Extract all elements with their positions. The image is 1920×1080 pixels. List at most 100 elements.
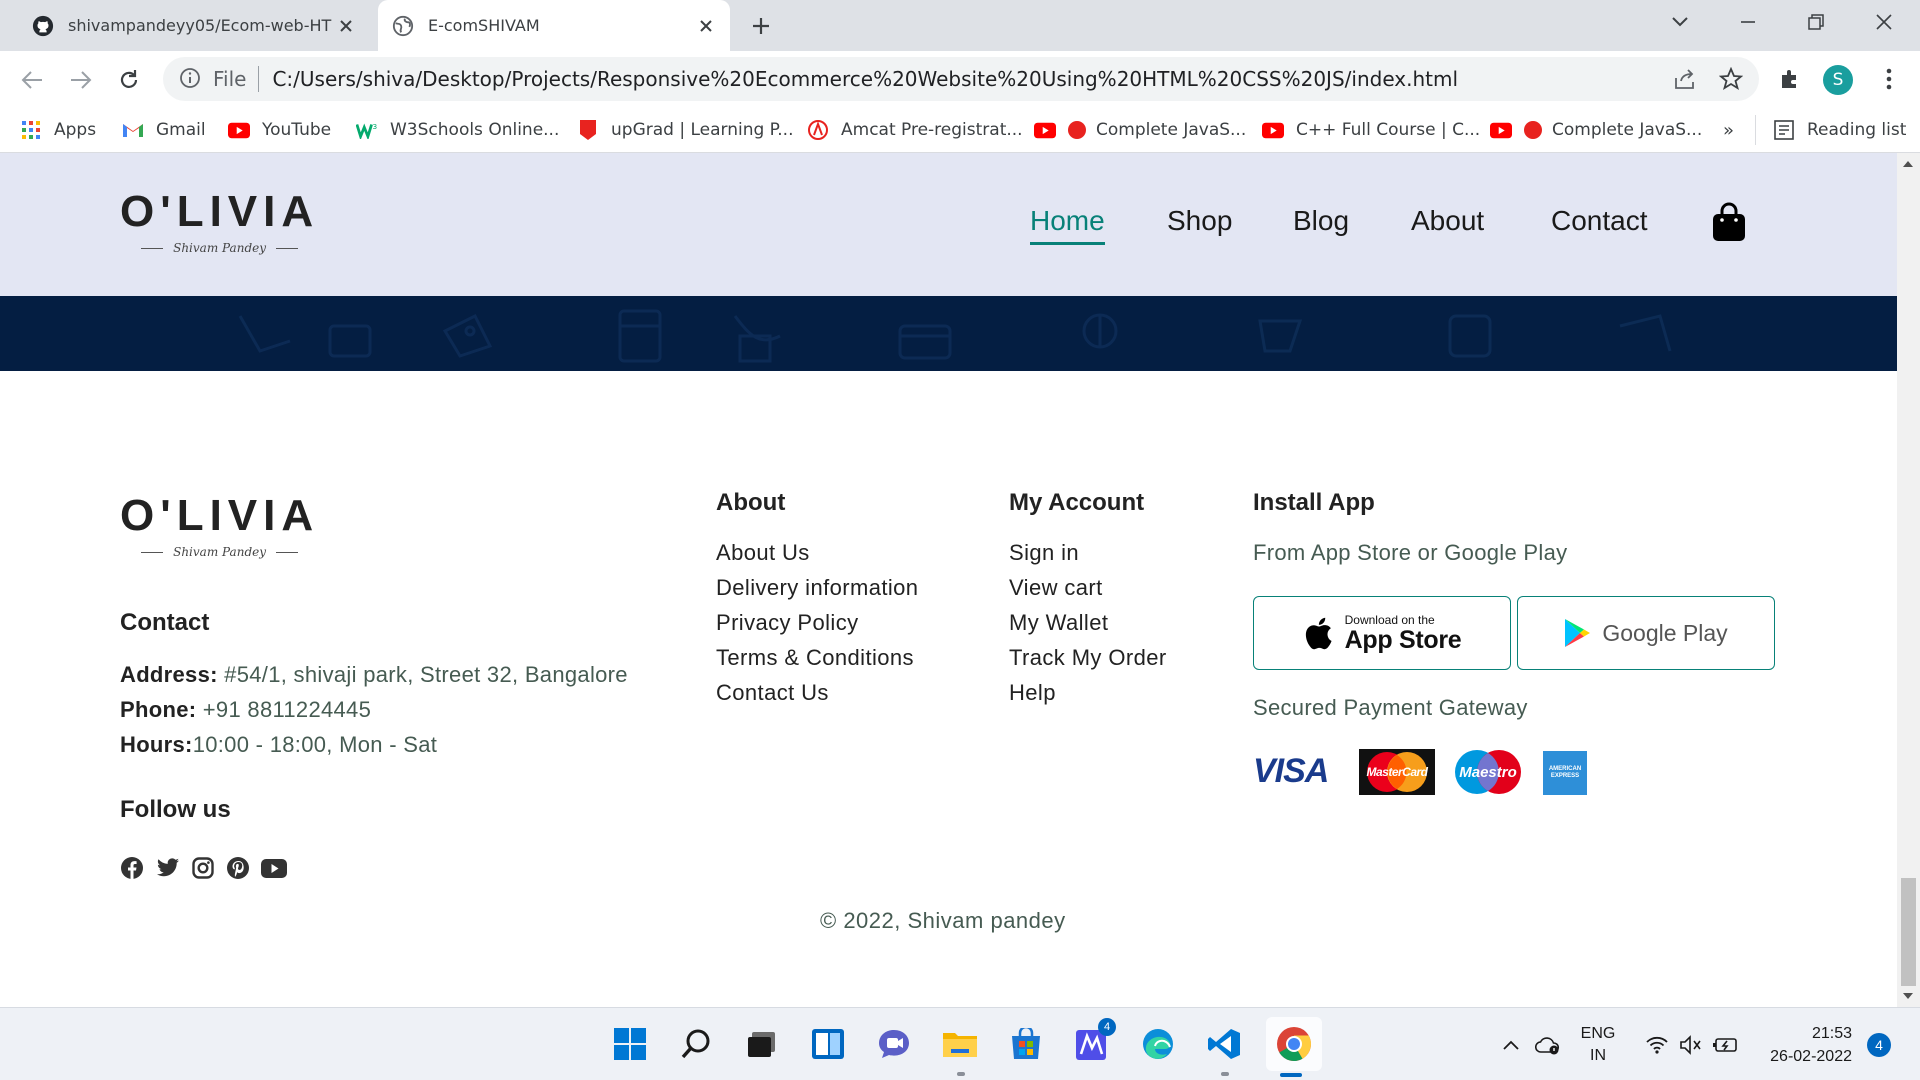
cart-button[interactable] [1712, 202, 1746, 242]
page-viewport: O'LIVIA Shivam Pandey Home Shop Blog Abo… [0, 153, 1897, 1007]
reading-list-button[interactable]: Reading list [1755, 115, 1906, 145]
tab-search-button[interactable] [1652, 0, 1708, 44]
teams-chat-icon[interactable] [872, 1022, 916, 1066]
track-my-order-link[interactable]: Track My Order [1009, 645, 1167, 671]
info-icon[interactable] [179, 67, 203, 91]
bookmark-apps[interactable]: Apps [20, 108, 96, 152]
chevron-up-icon [1502, 1040, 1520, 1050]
newsletter-banner [0, 296, 1897, 371]
back-button[interactable] [16, 64, 48, 96]
logo-rule [141, 551, 164, 553]
instagram-icon[interactable] [190, 855, 216, 881]
battery-icon[interactable] [1710, 1008, 1740, 1080]
bookmark-label: Complete JavaS... [1096, 120, 1247, 140]
terms-conditions-link[interactable]: Terms & Conditions [716, 645, 914, 671]
bookmark-complete-javascript-1[interactable]: Complete JavaS... [1034, 108, 1246, 152]
delivery-information-link[interactable]: Delivery information [716, 575, 918, 601]
star-icon[interactable] [1718, 66, 1744, 92]
menu-button[interactable] [1873, 63, 1905, 95]
upgrad-icon [577, 119, 599, 141]
bookmark-gmail[interactable]: Gmail [122, 108, 206, 152]
pen-app-icon[interactable]: 4 [1070, 1018, 1116, 1066]
google-play-button[interactable]: Google Play [1517, 596, 1775, 670]
twitter-icon[interactable] [155, 855, 181, 881]
volume-muted-icon[interactable] [1676, 1008, 1706, 1080]
clock-button[interactable]: 21:53 26-02-2022 [1752, 1008, 1852, 1080]
window-close-button[interactable] [1856, 0, 1912, 44]
scrollbar-thumb[interactable] [1901, 878, 1916, 986]
search-icon[interactable] [674, 1022, 718, 1066]
record-dot-icon [1068, 121, 1086, 139]
nav-about[interactable]: About [1411, 205, 1484, 237]
contact-us-link[interactable]: Contact Us [716, 680, 829, 706]
logo-signature-row: Shivam Pandey [141, 545, 299, 559]
view-cart-link[interactable]: View cart [1009, 575, 1103, 601]
footer-logo[interactable]: O'LIVIA Shivam Pandey [120, 491, 319, 559]
chevron-down-icon [1671, 16, 1689, 28]
nav-contact[interactable]: Contact [1551, 205, 1648, 237]
google-play-text: Google Play [1602, 619, 1728, 646]
clock-date: 26-02-2022 [1770, 1047, 1852, 1065]
help-link[interactable]: Help [1009, 680, 1056, 706]
sign-in-link[interactable]: Sign in [1009, 540, 1079, 566]
show-hidden-icons-button[interactable] [1498, 1008, 1524, 1080]
app-store-button[interactable]: Download on the App Store [1253, 596, 1511, 670]
vscode-icon[interactable] [1202, 1022, 1246, 1066]
bookmark-amcat[interactable]: Amcat Pre-registrat... [807, 108, 1023, 152]
about-heading: About [716, 489, 786, 516]
region-code: IN [1590, 1046, 1606, 1064]
file-explorer-icon[interactable] [938, 1022, 982, 1066]
youtube-icon[interactable] [261, 855, 287, 881]
extensions-button[interactable] [1774, 63, 1806, 95]
url-text[interactable]: C:/Users/shiva/Desktop/Projects/Responsi… [272, 67, 1458, 91]
restore-button[interactable] [1788, 0, 1844, 44]
bookmark-cpp-full-course[interactable]: C++ Full Course | C... [1262, 108, 1480, 152]
widgets-icon[interactable] [806, 1022, 850, 1066]
app-store-small-text: Download on the [1344, 613, 1435, 627]
my-wallet-link[interactable]: My Wallet [1009, 610, 1108, 636]
input-language-button[interactable]: ENG IN [1574, 1008, 1622, 1080]
bookmark-complete-javascript-2[interactable]: Complete JavaS... [1490, 108, 1702, 152]
edge-icon[interactable] [1136, 1022, 1180, 1066]
minimize-button[interactable] [1720, 0, 1776, 44]
maestro-text: Maestro [1459, 763, 1517, 781]
nav-blog[interactable]: Blog [1293, 205, 1349, 237]
onedrive-icon[interactable] [1532, 1008, 1564, 1080]
bookmark-w3schools[interactable]: 3 W3Schools Online... [356, 108, 559, 152]
nav-shop[interactable]: Shop [1167, 205, 1232, 237]
page-scrollbar[interactable] [1897, 153, 1920, 1007]
scroll-down-arrow-icon[interactable] [1903, 993, 1913, 999]
store-icon[interactable] [1004, 1022, 1048, 1066]
share-icon[interactable] [1672, 66, 1698, 92]
logo-signature: Shivam Pandey [173, 545, 267, 559]
wifi-icon[interactable] [1642, 1008, 1672, 1080]
scroll-up-arrow-icon[interactable] [1903, 161, 1913, 167]
tab-ecomshivam[interactable]: E-comSHIVAM [378, 0, 730, 51]
bookmark-upgrad[interactable]: upGrad | Learning P... [577, 108, 794, 152]
task-view-icon[interactable] [740, 1022, 784, 1066]
notification-badge: 4 [1098, 1018, 1116, 1036]
privacy-policy-link[interactable]: Privacy Policy [716, 610, 859, 636]
nav-home[interactable]: Home [1030, 205, 1105, 245]
close-icon[interactable] [336, 16, 356, 36]
close-icon[interactable] [696, 16, 716, 36]
forward-button[interactable] [65, 64, 97, 96]
follow-heading: Follow us [120, 796, 231, 823]
reload-button[interactable] [113, 64, 145, 96]
new-tab-button[interactable] [746, 11, 776, 41]
address-bar[interactable]: File C:/Users/shiva/Desktop/Projects/Res… [163, 57, 1759, 101]
tab-github[interactable]: shivampandeyy05/Ecom-web-HT [18, 0, 370, 51]
bookmark-youtube[interactable]: YouTube [228, 108, 331, 152]
start-icon[interactable] [608, 1022, 652, 1066]
record-dot-icon [1524, 121, 1542, 139]
bookmarks-overflow-button[interactable]: » [1723, 108, 1734, 152]
about-us-link[interactable]: About Us [716, 540, 810, 566]
scheme-label: File [213, 67, 247, 91]
chrome-icon[interactable] [1266, 1017, 1322, 1071]
facebook-icon[interactable] [119, 855, 145, 881]
address-value: #54/1, shivaji park, Street 32, Bangalor… [217, 662, 628, 687]
notification-center-button[interactable]: 4 [1864, 1008, 1894, 1080]
pinterest-icon[interactable] [225, 855, 251, 881]
profile-avatar[interactable]: S [1823, 65, 1853, 95]
install-app-subtitle: From App Store or Google Play [1253, 540, 1568, 565]
